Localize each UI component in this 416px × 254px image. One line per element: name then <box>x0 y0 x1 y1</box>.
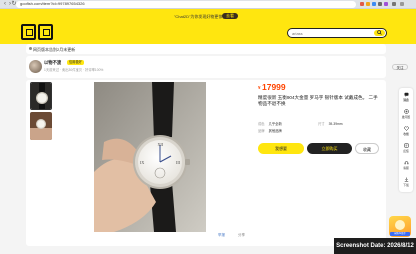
notice-icon <box>29 47 32 50</box>
heart-icon <box>403 126 409 131</box>
thumbnail-2[interactable] <box>30 112 52 140</box>
thumbnail-1[interactable] <box>30 82 52 110</box>
seller-meta: 1天前来过 · 卖出30件宝贝 · 好评率100% <box>44 68 104 72</box>
avatar[interactable] <box>29 60 42 73</box>
search-input[interactable] <box>292 30 362 36</box>
promo-button[interactable]: 去看 <box>222 12 238 19</box>
mascot-tag: 闲鱼AI助手 <box>390 232 410 236</box>
service-icon <box>404 161 408 165</box>
extension-icon[interactable] <box>384 2 388 6</box>
menu-icon[interactable] <box>400 2 404 6</box>
credit-badge: 信用极好 <box>67 60 84 65</box>
watch-thumbnail <box>31 83 51 109</box>
attr-size: 尺寸 39-39mm <box>318 122 343 126</box>
promo-text: "Chat2D"为你发现好物更惊喜 <box>174 14 227 19</box>
extension-icon[interactable] <box>378 2 382 6</box>
product-panel: XII III IX 举报 分享 ¥ 17999 精度很新 玉衡904大金量 罗… <box>26 80 386 246</box>
sidebar-item-feedback[interactable]: 反馈 <box>399 143 413 153</box>
message-icon <box>404 92 408 97</box>
address-bar[interactable]: goofish.com/item?id=997897654326 <box>16 1 356 8</box>
sidebar-item-post[interactable]: 发闲置 <box>399 109 413 119</box>
follow-button[interactable]: 关注 <box>392 64 408 70</box>
profile-icon[interactable] <box>392 2 396 6</box>
feedback-icon <box>404 143 408 148</box>
attr-brand: 品牌 其他品牌 <box>258 129 282 133</box>
sidebar-item-favorite[interactable]: 收藏 <box>399 126 413 136</box>
download-icon <box>404 177 408 182</box>
notice-text: 网页版本告别2月末更新 <box>33 46 76 52</box>
browser-toolbar: ‹ › ↻ goofish.com/item?id=997897654326 <box>0 0 416 9</box>
watch-photo: XII III IX <box>94 82 206 232</box>
search-icon <box>377 30 382 35</box>
site-header: "Chat2D"为你发现好物更惊喜 去看 <box>0 9 416 44</box>
assistant-mascot[interactable]: 闲鱼AI助手 <box>389 216 411 237</box>
buy-now-button[interactable]: 立即购买 <box>307 143 352 154</box>
extension-icon[interactable] <box>366 2 370 6</box>
want-button[interactable]: 我想要 <box>258 143 304 154</box>
favorite-button[interactable]: 收藏 <box>355 143 379 154</box>
product-photo[interactable]: XII III IX <box>94 82 206 232</box>
report-link[interactable]: 举报 <box>218 233 225 238</box>
sidebar-item-service[interactable]: 客服 <box>399 160 413 170</box>
share-link[interactable]: 分享 <box>238 233 245 238</box>
svg-text:III: III <box>176 160 181 165</box>
notice-banner[interactable]: 网页版本告别2月末更新 <box>26 44 386 54</box>
post-icon <box>403 109 409 114</box>
extension-icon[interactable] <box>372 2 376 6</box>
svg-text:XII: XII <box>158 142 164 147</box>
sidebar-item-download[interactable]: 下载 <box>399 177 413 187</box>
screenshot-date-overlay: Screenshot Date: 2026/8/12 <box>334 238 416 254</box>
watch-thumbnail <box>30 112 52 140</box>
logo-glyph <box>38 24 53 40</box>
floating-sidebar: 消息 发闲置 收藏 反馈 客服 下载 <box>399 88 413 192</box>
attr-condition: 成色 几乎全新 <box>258 122 282 126</box>
svg-text:IX: IX <box>140 160 144 165</box>
search-button[interactable] <box>374 29 385 36</box>
search-box <box>287 28 387 38</box>
seller-name[interactable]: 以物不渡 <box>44 60 61 66</box>
extension-icon[interactable] <box>360 2 364 6</box>
mascot-face-icon <box>395 220 405 230</box>
sidebar-item-message[interactable]: 消息 <box>399 92 413 102</box>
price-symbol: ¥ <box>258 85 261 90</box>
price: 17999 <box>262 82 286 92</box>
logo-glyph <box>21 24 36 40</box>
product-description: 精度很新 玉衡904大金量 罗马字 银针版本 试戴成色。 二手物品不退不换 <box>258 95 378 107</box>
site-logo[interactable] <box>21 24 53 41</box>
seller-card: 以物不渡 信用极好 1天前来过 · 卖出30件宝贝 · 好评率100% 关注 <box>26 56 408 78</box>
